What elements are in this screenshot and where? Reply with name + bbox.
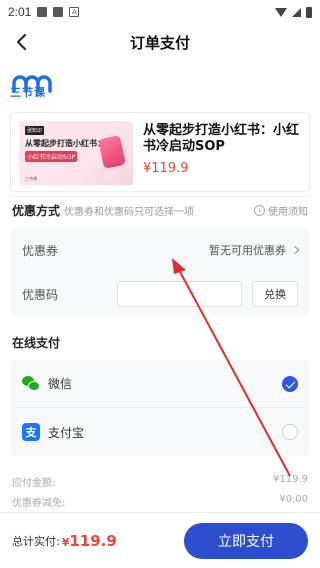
- status-time: 2:01: [8, 5, 32, 19]
- coupon-row[interactable]: 优惠券 暂无可用优惠券: [10, 228, 310, 272]
- payable-row: 应付金额: ¥119.9: [12, 474, 308, 489]
- notification-icon: [53, 7, 64, 17]
- alipay-icon: 支: [22, 423, 40, 441]
- status-bar: 2:01 A: [0, 0, 320, 24]
- payment-option-wechat[interactable]: 微信: [10, 360, 310, 408]
- battery-icon: [306, 6, 312, 18]
- thumb-tag: 涨知识: [25, 126, 45, 135]
- coupon-reduce-row: 优惠券减免: ¥0.00: [12, 494, 308, 509]
- gallery-icon: [37, 7, 48, 17]
- nav-bar: 订单支付: [0, 24, 320, 60]
- back-button[interactable]: [12, 32, 32, 52]
- coupon-selector[interactable]: 暂无可用优惠券: [209, 242, 300, 258]
- discount-heading: 优惠方式: [12, 203, 61, 218]
- discount-subtitle: 优惠券和优惠码只可选择一项: [64, 206, 195, 218]
- a-icon: A: [69, 7, 80, 17]
- payable-label: 应付金额:: [12, 478, 56, 489]
- course-title: 从零起步打造小红书：小红书冷启动SOP: [143, 123, 300, 154]
- divider: [10, 196, 310, 197]
- course-thumbnail: 涨知识 从零起步打造小红书： 小红书冷启动SOP 三节课: [19, 121, 133, 185]
- promo-code-input[interactable]: [117, 281, 242, 307]
- heart-phone-icon: [98, 135, 126, 169]
- brand-name: 三节课: [10, 86, 46, 99]
- coupon-label: 优惠券: [22, 243, 59, 258]
- discount-panel: 优惠券 暂无可用优惠券 优惠码 兑换: [10, 228, 310, 316]
- payment-option-label: 微信: [48, 377, 73, 391]
- pay-now-button[interactable]: 立即支付: [184, 522, 308, 559]
- thumb-footer: 三节课: [25, 176, 37, 181]
- course-price: ¥119.9: [143, 161, 189, 176]
- total-amount-value: 119.9: [69, 531, 117, 550]
- coupon-reduce-label: 优惠券减免:: [12, 498, 66, 509]
- wifi-icon: [275, 7, 287, 17]
- total-label: 总计实付:: [12, 534, 60, 548]
- signal-icon: [292, 7, 301, 17]
- promo-code-row: 优惠码 兑换: [10, 272, 310, 316]
- thumb-line1: 从零起步打造小红书：: [25, 139, 105, 148]
- back-arrow-icon: [17, 34, 26, 50]
- wechat-icon: [22, 375, 40, 392]
- payment-option-label: 支付宝: [48, 425, 85, 440]
- redeem-button[interactable]: 兑换: [252, 281, 298, 307]
- page-title: 订单支付: [129, 33, 190, 52]
- payment-heading: 在线支付: [12, 336, 61, 350]
- payment-option-alipay[interactable]: 支 支付宝: [10, 408, 310, 456]
- payable-value: ¥119.9: [273, 474, 308, 485]
- coupon-value: 暂无可用优惠券: [209, 244, 286, 257]
- usage-notice-link[interactable]: i 使用须知: [254, 203, 308, 218]
- discount-header: 优惠方式 优惠券和优惠码只可选择一项 i 使用须知: [12, 202, 308, 218]
- chevron-right-icon: [290, 245, 300, 255]
- promo-code-label: 优惠码: [22, 287, 59, 302]
- payment-panel: 微信 支 支付宝: [10, 360, 310, 456]
- total-amount: ¥119.9: [62, 532, 117, 550]
- alipay-radio[interactable]: [282, 424, 298, 440]
- thumb-line2: 小红书冷启动SOP: [25, 151, 78, 162]
- wechat-radio[interactable]: [282, 375, 298, 392]
- coupon-reduce-value: ¥0.00: [279, 494, 308, 505]
- course-card[interactable]: 涨知识 从零起步打造小红书： 小红书冷启动SOP 三节课 从零起步打造小红书：小…: [10, 112, 310, 192]
- info-icon: i: [254, 204, 265, 216]
- usage-notice-label: 使用须知: [268, 206, 308, 218]
- bottom-bar: 总计实付: ¥119.9 立即支付: [0, 512, 320, 568]
